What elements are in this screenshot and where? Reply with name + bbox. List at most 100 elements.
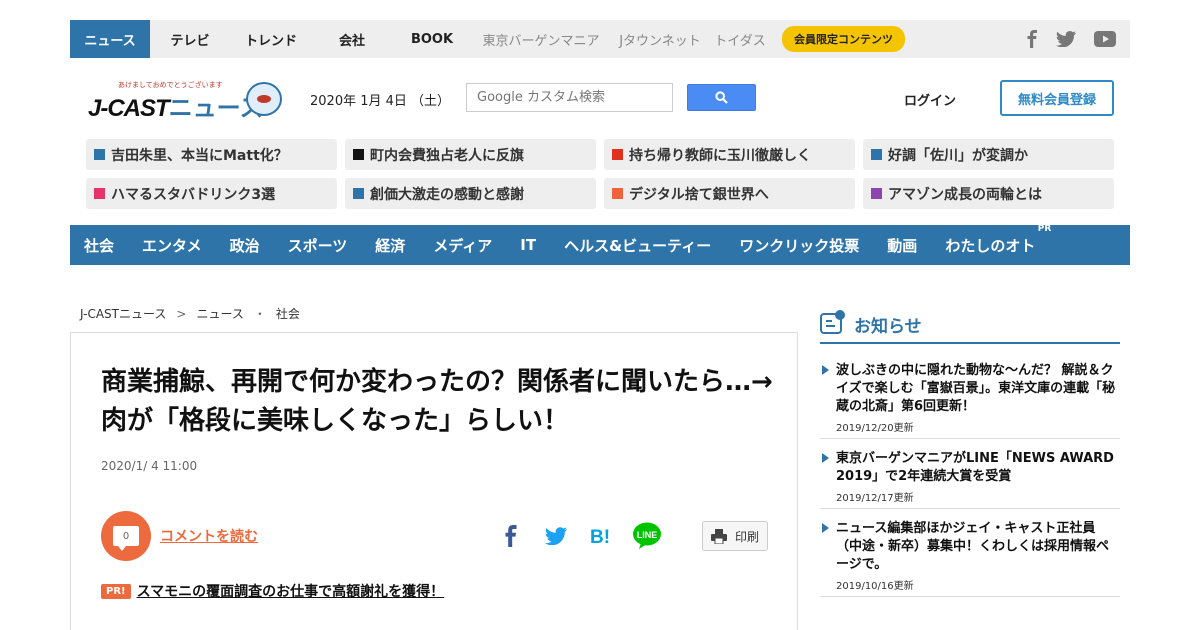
- trending-item[interactable]: 吉田朱里、本当にMatt化？: [86, 139, 337, 170]
- sidebar-title: お知らせ: [854, 317, 922, 337]
- category-it[interactable]: IT: [520, 236, 536, 254]
- bullet-icon: [94, 188, 105, 199]
- category-economy[interactable]: 経済: [375, 235, 405, 256]
- category-one-click-vote[interactable]: ワンクリック投票: [739, 235, 859, 256]
- notice-icon: [820, 310, 845, 334]
- breadcrumb-home[interactable]: J-CASTニュース: [80, 307, 166, 321]
- tab-company[interactable]: 会社: [312, 20, 392, 58]
- search-input[interactable]: [466, 83, 673, 112]
- trending-item[interactable]: 好調「佐川」が変調か: [863, 139, 1114, 170]
- tab-toidasu[interactable]: トイダス: [710, 20, 770, 58]
- youtube-icon[interactable]: [1094, 31, 1116, 47]
- notice-text: 東京バーゲンマニアがLINE「NEWS AWARD 2019」で2年連続大賞を受…: [836, 451, 1114, 484]
- category-entertainment[interactable]: エンタメ: [142, 235, 202, 256]
- trending-label: アマゾン成長の両輪とは: [888, 186, 1042, 203]
- member-content-button[interactable]: 会員限定コンテンツ: [782, 26, 905, 52]
- category-politics[interactable]: 政治: [230, 235, 260, 256]
- trending-item[interactable]: アマゾン成長の両輪とは: [863, 178, 1114, 209]
- category-media[interactable]: メディア: [433, 235, 492, 256]
- article-date: 2020/1/ 4 11:00: [101, 459, 198, 473]
- notice-item[interactable]: ニュース編集部ほかジェイ・キャスト正社員（中途・新卒）募集中！くわしくは採用情報…: [820, 520, 1120, 597]
- trending-label: デジタル捨て銀世界へ: [629, 186, 769, 203]
- breadcrumb-society[interactable]: 社会: [276, 307, 300, 321]
- divider: [820, 508, 1120, 509]
- social-links: [1026, 20, 1116, 58]
- sidebar-header: お知らせ: [820, 310, 1120, 344]
- bullet-icon: [871, 188, 882, 199]
- printer-icon: [710, 528, 727, 544]
- logo-jcast: J-CAST: [88, 95, 170, 122]
- notice-date: 2019/10/16更新: [836, 581, 914, 592]
- twitter-icon[interactable]: [1056, 31, 1076, 47]
- bullet-icon: [94, 149, 105, 160]
- read-comments-link[interactable]: コメントを読む: [160, 526, 258, 546]
- tab-j-town-net[interactable]: Jタウンネット: [610, 20, 710, 58]
- trending-label: 好調「佐川」が変調か: [888, 147, 1028, 164]
- jcast-logo[interactable]: あけましておめでとうございます J-CASTニュース: [86, 78, 291, 122]
- tab-tv[interactable]: テレビ: [150, 20, 230, 58]
- notice-item[interactable]: 波しぶきの中に隠れた動物な～んだ？ 解説＆クイズで楽しむ「富嶽百景」。東洋文庫の…: [820, 362, 1120, 439]
- tab-trend[interactable]: トレンド: [230, 20, 312, 58]
- category-video[interactable]: 動画: [887, 235, 917, 256]
- article-headline: 商業捕鯨、再開で何か変わったの？関係者に聞いたら…→肉が「格段に美味しくなった」…: [101, 367, 773, 436]
- bullet-icon: [353, 149, 364, 160]
- notice-text: 波しぶきの中に隠れた動物な～んだ？ 解説＆クイズで楽しむ「富嶽百景」。東洋文庫の…: [836, 363, 1116, 414]
- mascot-icon: [246, 82, 282, 116]
- breadcrumb-separator: >: [176, 307, 187, 321]
- category-sports[interactable]: スポーツ: [288, 235, 348, 256]
- category-nav: 社会 エンタメ 政治 スポーツ 経済 メディア IT ヘルス&ビューティー ワン…: [70, 224, 1130, 265]
- hatena-bookmark-icon[interactable]: B!: [586, 521, 616, 551]
- trending-item[interactable]: 町内会費独占老人に反旗: [345, 139, 596, 170]
- breadcrumb: J-CASTニュース > ニュース・社会: [80, 305, 300, 322]
- bullet-icon: [612, 149, 623, 160]
- trending-label: 吉田朱里、本当にMatt化？: [111, 147, 288, 164]
- pr-badge: PR: [1037, 223, 1052, 234]
- trending-item[interactable]: ハマるスタバドリンク3選: [86, 178, 337, 209]
- tab-tokyo-bargain-mania[interactable]: 東京バーゲンマニア: [472, 20, 610, 58]
- bullet-icon: [353, 188, 364, 199]
- logo-text: J-CASTニュース: [88, 88, 263, 123]
- facebook-icon[interactable]: [1026, 30, 1038, 48]
- facebook-share-icon[interactable]: [496, 521, 526, 551]
- trending-label: 町内会費独占老人に反旗: [370, 147, 524, 164]
- svg-text:B!: B!: [590, 527, 610, 546]
- breadcrumb-separator: ・: [253, 307, 266, 321]
- bullet-icon: [612, 188, 623, 199]
- trending-item[interactable]: デジタル捨て銀世界へ: [604, 178, 855, 209]
- comment-button[interactable]: 0: [101, 511, 151, 561]
- tab-news[interactable]: ニュース: [70, 20, 150, 58]
- tab-book[interactable]: BOOK: [392, 20, 472, 58]
- pr-row: PR! スマモニの覆面調査のお仕事で高額謝礼を獲得！: [101, 581, 444, 601]
- print-button[interactable]: 印刷: [702, 521, 768, 551]
- top-nav: ニュース テレビ トレンド 会社 BOOK 東京バーゲンマニア Jタウンネット …: [70, 20, 1130, 58]
- search-button[interactable]: [687, 84, 756, 111]
- twitter-share-icon[interactable]: [541, 521, 571, 551]
- category-watashi-no-oto-label: わたしのオト: [945, 236, 1036, 255]
- trending-label: 持ち帰り教師に玉川徹厳しく: [629, 147, 811, 164]
- category-society[interactable]: 社会: [84, 235, 114, 256]
- arrow-right-icon: [822, 453, 829, 463]
- bullet-icon: [871, 149, 882, 160]
- signup-button[interactable]: 無料会員登録: [1000, 80, 1114, 116]
- trending-item[interactable]: 持ち帰り教師に玉川徹厳しく: [604, 139, 855, 170]
- comment-count: 0: [113, 526, 139, 551]
- print-label: 印刷: [734, 529, 759, 544]
- trending-label: 創価大激走の感動と感謝: [370, 186, 524, 203]
- notice-date: 2019/12/20更新: [836, 423, 914, 434]
- category-watashi-no-oto[interactable]: わたしのオト PR: [945, 224, 1051, 256]
- login-link[interactable]: ログイン: [904, 90, 956, 109]
- arrow-right-icon: [822, 523, 829, 533]
- notice-text: ニュース編集部ほかジェイ・キャスト正社員（中途・新卒）募集中！くわしくは採用情報…: [836, 521, 1110, 572]
- breadcrumb-news[interactable]: ニュース: [196, 307, 243, 321]
- trending-item[interactable]: 創価大激走の感動と感謝: [345, 178, 596, 209]
- pr-link[interactable]: スマモニの覆面調査のお仕事で高額謝礼を獲得！: [137, 581, 445, 601]
- category-health-beauty[interactable]: ヘルス&ビューティー: [564, 235, 711, 256]
- article: 商業捕鯨、再開で何か変わったの？関係者に聞いたら…→肉が「格段に美味しくなった」…: [70, 332, 798, 630]
- notice-date: 2019/12/17更新: [836, 493, 914, 504]
- pr-badge: PR!: [101, 583, 131, 599]
- notice-item[interactable]: 東京バーゲンマニアがLINE「NEWS AWARD 2019」で2年連続大賞を受…: [820, 450, 1120, 509]
- line-share-icon[interactable]: LINE: [632, 521, 662, 551]
- trending-label: ハマるスタバドリンク3選: [111, 186, 276, 203]
- current-date: 2020年 1月 4日 （土）: [310, 94, 451, 109]
- svg-text:LINE: LINE: [637, 530, 658, 540]
